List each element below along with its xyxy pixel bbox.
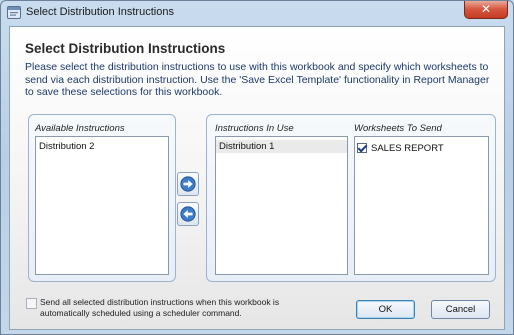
cancel-button[interactable]: Cancel: [431, 300, 490, 319]
instructions-in-use-group: Instructions In Use Worksheets To Send D…: [206, 114, 496, 282]
instructions-in-use-list[interactable]: Distribution 1: [215, 136, 348, 275]
available-instructions-list[interactable]: Distribution 2: [35, 136, 169, 275]
schedule-label: Send all selected distribution instructi…: [40, 297, 280, 318]
app-window-icon: [7, 6, 21, 19]
worksheet-checkbox[interactable]: [357, 143, 367, 153]
schedule-checkbox[interactable]: [26, 298, 37, 309]
available-instructions-group: Available Instructions Distribution 2: [28, 114, 176, 282]
worksheet-item-sales-report[interactable]: SALES REPORT: [355, 141, 488, 155]
close-button[interactable]: ✕: [464, 1, 508, 19]
arrow-right-icon: [180, 176, 196, 192]
list-item[interactable]: Distribution 2: [36, 140, 168, 153]
arrow-left-icon: [180, 206, 196, 222]
window-title: Select Distribution Instructions: [26, 6, 174, 18]
dialog-window: Select Distribution Instructions ✕ Selec…: [0, 0, 514, 335]
dialog-body: Select Distribution Instructions Please …: [9, 26, 505, 330]
dialog-heading: Select Distribution Instructions: [25, 41, 226, 56]
available-instructions-label: Available Instructions: [35, 123, 125, 134]
remove-instruction-button[interactable]: [177, 202, 199, 226]
worksheets-to-send-label: Worksheets To Send: [354, 123, 442, 134]
close-icon: ✕: [480, 2, 492, 16]
instructions-in-use-label: Instructions In Use: [215, 123, 294, 134]
ok-button[interactable]: OK: [356, 300, 415, 319]
title-bar[interactable]: Select Distribution Instructions ✕: [1, 1, 513, 25]
add-instruction-button[interactable]: [177, 172, 199, 196]
worksheet-label: SALES REPORT: [371, 142, 444, 154]
dialog-description: Please select the distribution instructi…: [25, 61, 490, 98]
list-item-distribution-1[interactable]: Distribution 1: [216, 140, 347, 153]
worksheets-to-send-list[interactable]: SALES REPORT: [354, 136, 489, 275]
